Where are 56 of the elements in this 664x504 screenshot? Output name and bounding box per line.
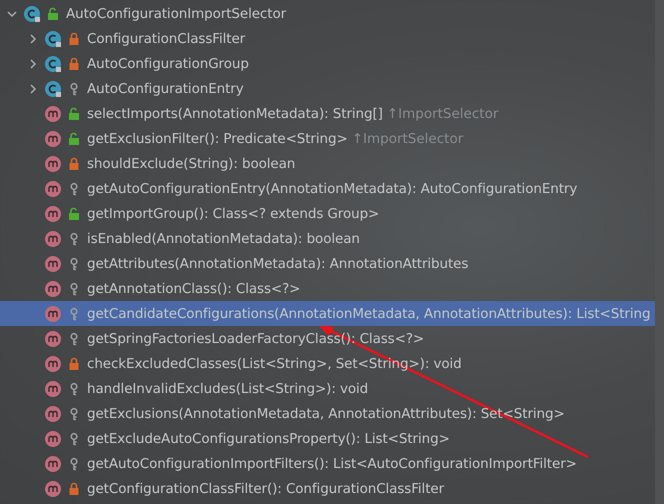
tree-item[interactable]: AutoConfigurationImportSelector bbox=[0, 1, 655, 26]
member-signature: AutoConfigurationImportSelector bbox=[66, 6, 286, 22]
tree-item[interactable]: getExclusionFilter(): Predicate<String> ↑ImportSelector bbox=[0, 126, 655, 151]
tree-item[interactable]: AutoConfigurationEntry bbox=[0, 76, 655, 101]
inherited-from-label: ↑ImportSelector bbox=[386, 106, 498, 122]
method-icon bbox=[44, 104, 62, 122]
member-signature: AutoConfigurationGroup bbox=[87, 56, 249, 72]
method-icon bbox=[44, 204, 62, 222]
member-signature: getCandidateConfigurations(AnnotationMetadata, AnnotationAttributes): List<String bbox=[87, 306, 650, 322]
class-icon bbox=[44, 80, 62, 98]
tree-item[interactable]: getExcludeAutoConfigurationsProperty(): List<String> bbox=[0, 426, 655, 451]
tree-item[interactable]: getAutoConfigurationImportFilters(): List<AutoConfigurationImportFilter> bbox=[0, 451, 655, 476]
method-icon bbox=[44, 380, 62, 398]
method-icon bbox=[44, 304, 62, 322]
method-icon bbox=[44, 480, 62, 498]
member-signature: getAttributes(AnnotationMetadata): AnnotationAttributes bbox=[87, 256, 468, 272]
member-signature: getAutoConfigurationEntry(AnnotationMetadata): AutoConfigurationEntry bbox=[87, 180, 578, 196]
member-signature: shouldExclude(String): boolean bbox=[87, 156, 296, 172]
tree-item[interactable]: selectImports(AnnotationMetadata): String[] ↑ImportSelector bbox=[0, 101, 655, 126]
method-icon bbox=[44, 454, 62, 472]
tree-item[interactable]: getAttributes(AnnotationMetadata): AnnotationAttributes bbox=[0, 251, 655, 276]
member-signature: getConfigurationClassFilter(): ConfigurationClassFilter bbox=[87, 480, 444, 496]
member-signature: getExclusionFilter(): Predicate<String> bbox=[87, 130, 348, 146]
member-signature: handleInvalidExcludes(List<String>): void bbox=[87, 380, 368, 396]
class-icon bbox=[44, 30, 62, 48]
member-signature: getImportGroup(): Class<? extends Group> bbox=[87, 206, 380, 222]
tree-item[interactable]: ConfigurationClassFilter bbox=[0, 26, 655, 51]
class-icon bbox=[23, 4, 41, 22]
tree-item[interactable]: getCandidateConfigurations(AnnotationMetadata, AnnotationAttributes): List<String bbox=[0, 301, 655, 326]
tree-item[interactable]: handleInvalidExcludes(List<String>): void bbox=[0, 376, 655, 401]
method-icon bbox=[44, 254, 62, 272]
member-signature: AutoConfigurationEntry bbox=[87, 80, 244, 96]
method-icon bbox=[44, 130, 62, 148]
tree-item[interactable]: shouldExclude(String): boolean bbox=[0, 151, 655, 176]
method-icon bbox=[44, 154, 62, 172]
inherited-from-label: ↑ImportSelector bbox=[352, 130, 464, 146]
method-icon bbox=[44, 330, 62, 348]
class-icon bbox=[44, 54, 62, 72]
member-signature: getExcludeAutoConfigurationsProperty(): List<String> bbox=[87, 430, 450, 446]
method-icon bbox=[44, 354, 62, 372]
method-icon bbox=[44, 230, 62, 248]
member-signature: ConfigurationClassFilter bbox=[87, 30, 246, 46]
tree-item[interactable]: isEnabled(AnnotationMetadata): boolean bbox=[0, 226, 655, 251]
tree-item[interactable]: AutoConfigurationGroup bbox=[0, 51, 655, 76]
member-signature: getAnnotationClass(): Class<?> bbox=[87, 280, 300, 296]
method-icon bbox=[44, 180, 62, 198]
tree-item[interactable]: getConfigurationClassFilter(): ConfigurationClassFilter bbox=[0, 476, 655, 501]
member-signature: selectImports(AnnotationMetadata): String[] bbox=[87, 106, 383, 122]
method-icon bbox=[44, 280, 62, 298]
tree-item[interactable]: getAutoConfigurationEntry(AnnotationMetadata): AutoConfigurationEntry bbox=[0, 176, 655, 201]
method-icon bbox=[44, 430, 62, 448]
method-icon bbox=[44, 404, 62, 422]
member-signature: getAutoConfigurationImportFilters(): List<AutoConfigurationImportFilter> bbox=[87, 456, 577, 472]
tree-item[interactable]: getImportGroup(): Class<? extends Group> bbox=[0, 201, 655, 226]
tree-item[interactable]: getAnnotationClass(): Class<?> bbox=[0, 276, 655, 301]
member-signature: isEnabled(AnnotationMetadata): boolean bbox=[87, 230, 360, 246]
